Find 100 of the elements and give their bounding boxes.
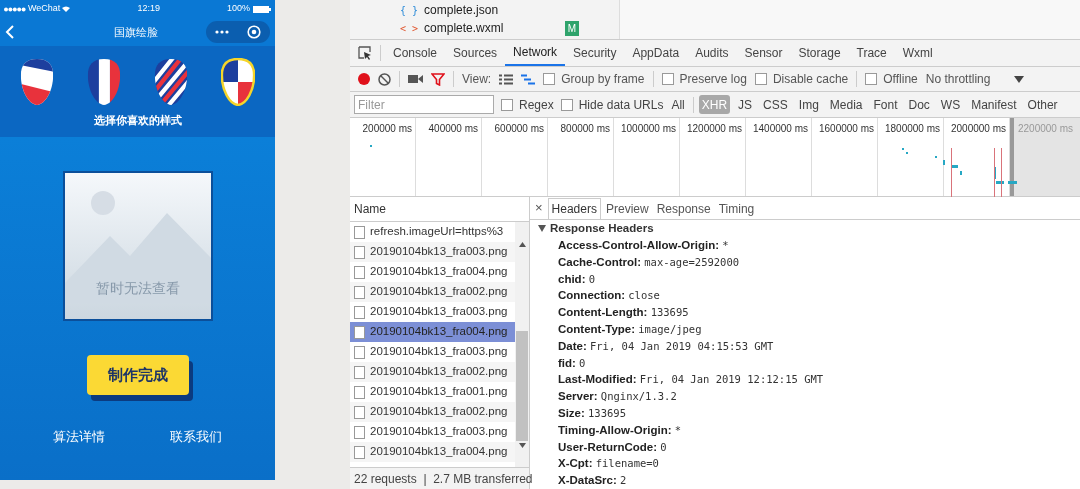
tick-label: 1800000 ms <box>884 122 940 136</box>
request-row[interactable]: 20190104bk13_fra002.png <box>350 282 515 302</box>
request-row[interactable]: 20190104bk13_fra002.png <box>350 402 515 422</box>
header-line: Access-Control-Allow-Origin: * <box>557 238 730 254</box>
header-line: X-DataSrc: 2 <box>557 473 628 489</box>
tick-label: 400000 ms <box>428 122 478 136</box>
request-row[interactable]: 20190104bk13_fra002.png <box>350 362 515 382</box>
devtools-tab[interactable]: Trace <box>848 40 895 66</box>
type-filter[interactable]: Other <box>1024 95 1061 114</box>
scroll-thumb[interactable] <box>516 331 528 441</box>
request-name: 20190104bk13_fra003.png <box>370 424 508 440</box>
file-icon <box>354 345 365 359</box>
shield-icon[interactable] <box>20 58 55 106</box>
header-line: Content-Length: 133695 <box>557 305 690 321</box>
type-filter[interactable]: WS <box>937 95 964 114</box>
clock-label: 12:19 <box>137 2 160 16</box>
file-name[interactable]: complete.wxml <box>424 19 504 37</box>
file-icon <box>354 405 365 419</box>
request-row[interactable]: 20190104bk13_fra004.png <box>350 442 515 462</box>
checkbox[interactable] <box>543 73 556 85</box>
checkbox[interactable] <box>661 73 674 85</box>
signal-icon <box>4 6 26 12</box>
devtools-tab[interactable]: Sources <box>445 40 506 66</box>
request-name: 20190104bk13_fra001.png <box>370 384 508 400</box>
checkbox[interactable] <box>865 73 878 85</box>
shield-icon[interactable] <box>87 58 122 106</box>
wifi-icon <box>62 6 71 12</box>
devtools-tab[interactable]: AppData <box>624 40 688 66</box>
battery-icon <box>253 5 271 13</box>
request-name: 20190104bk13_fra003.png <box>370 244 508 260</box>
disclosure-icon <box>538 225 546 233</box>
request-name: 20190104bk13_fra002.png <box>370 364 508 380</box>
filter-icon[interactable] <box>431 72 445 86</box>
devtools-tab[interactable]: Console <box>385 40 446 66</box>
section-header[interactable]: Response Headers <box>538 220 1080 238</box>
detail-tab[interactable]: Headers <box>547 198 601 220</box>
file-icon <box>354 265 365 279</box>
type-filter[interactable]: JS <box>735 95 756 114</box>
tick-label: 1600000 ms <box>818 122 874 136</box>
devtools-tab[interactable]: Security <box>565 40 625 66</box>
tick-label: 200000 ms <box>362 122 412 136</box>
footer-link[interactable]: 算法详情 <box>52 427 105 447</box>
type-filter[interactable]: Img <box>795 95 822 114</box>
carrier-label: WeChat <box>28 2 61 16</box>
header-line: Cache-Control: max-age=2592000 <box>557 254 741 270</box>
type-filter[interactable]: All <box>668 95 688 114</box>
record-button[interactable] <box>358 73 370 85</box>
type-filter[interactable]: Font <box>870 95 901 114</box>
list-view-icon[interactable] <box>499 73 514 85</box>
header-line: Connection: close <box>557 288 661 304</box>
type-filter[interactable]: CSS <box>760 95 791 114</box>
request-row[interactable]: 20190104bk13_fra004.png <box>350 322 515 342</box>
header-line: fid: 0 <box>557 355 587 371</box>
devtools-tab[interactable]: Sensor <box>736 40 791 66</box>
waterfall-view-icon[interactable] <box>521 73 536 85</box>
tick-label: 1000000 ms <box>620 122 676 136</box>
inspect-icon[interactable] <box>358 46 372 60</box>
file-icon <box>354 245 365 259</box>
tick-label: 800000 ms <box>560 122 610 136</box>
file-icon <box>354 365 365 379</box>
checkbox[interactable] <box>501 98 513 111</box>
detail-tab[interactable]: Preview <box>602 198 652 220</box>
footer-link[interactable]: 联系我们 <box>170 427 223 447</box>
back-icon[interactable] <box>5 25 15 39</box>
header-line: User-ReturnCode: 0 <box>557 439 668 455</box>
filter-field[interactable]: Filter <box>354 95 494 114</box>
tick-label: 1400000 ms <box>752 122 808 136</box>
type-filter[interactable]: Media <box>826 95 866 114</box>
capsule-button[interactable] <box>206 21 270 43</box>
close-icon[interactable]: × <box>532 198 546 218</box>
shield-icon[interactable] <box>153 58 188 106</box>
checkbox-label: Hide data URLs <box>578 96 664 114</box>
request-row[interactable]: 20190104bk13_fra003.png <box>350 242 515 262</box>
close-target-icon[interactable] <box>247 25 261 39</box>
scroll-up-icon[interactable] <box>518 242 526 247</box>
detail-tab[interactable]: Timing <box>715 198 758 220</box>
file-name[interactable]: complete.json <box>424 1 499 19</box>
devtools-tab[interactable]: Storage <box>790 40 849 66</box>
clear-icon[interactable] <box>378 72 391 86</box>
type-filter[interactable]: Doc <box>905 95 933 114</box>
file-type-icon: < > <box>400 20 419 36</box>
request-name: 20190104bk13_fra003.png <box>370 304 508 320</box>
scroll-down-icon[interactable] <box>518 443 526 448</box>
more-icon[interactable] <box>215 30 229 34</box>
camera-icon[interactable] <box>408 74 423 84</box>
type-filter[interactable]: Manifest <box>968 95 1020 114</box>
file-icon <box>354 385 365 399</box>
file-icon <box>354 445 365 459</box>
header-line: Size: 133695 <box>557 406 627 421</box>
checkbox[interactable] <box>560 98 573 111</box>
status-badge: M <box>564 20 579 36</box>
devtools-tab[interactable]: Wxml <box>894 40 941 66</box>
style-caption: 选择你喜欢的样式 <box>93 113 182 128</box>
detail-tab[interactable]: Response <box>653 198 714 220</box>
throttling-select[interactable]: No throttling <box>925 70 1025 88</box>
devtools-tab[interactable]: Audits <box>687 40 737 66</box>
header-line: Date: Fri, 04 Jan 2019 04:15:53 GMT <box>557 338 775 354</box>
header-line: Last-Modified: Fri, 04 Jan 2019 12:12:15 GMT <box>557 372 825 388</box>
nav-title: 国旗绘脸 <box>113 24 158 40</box>
checkbox[interactable] <box>754 73 767 85</box>
